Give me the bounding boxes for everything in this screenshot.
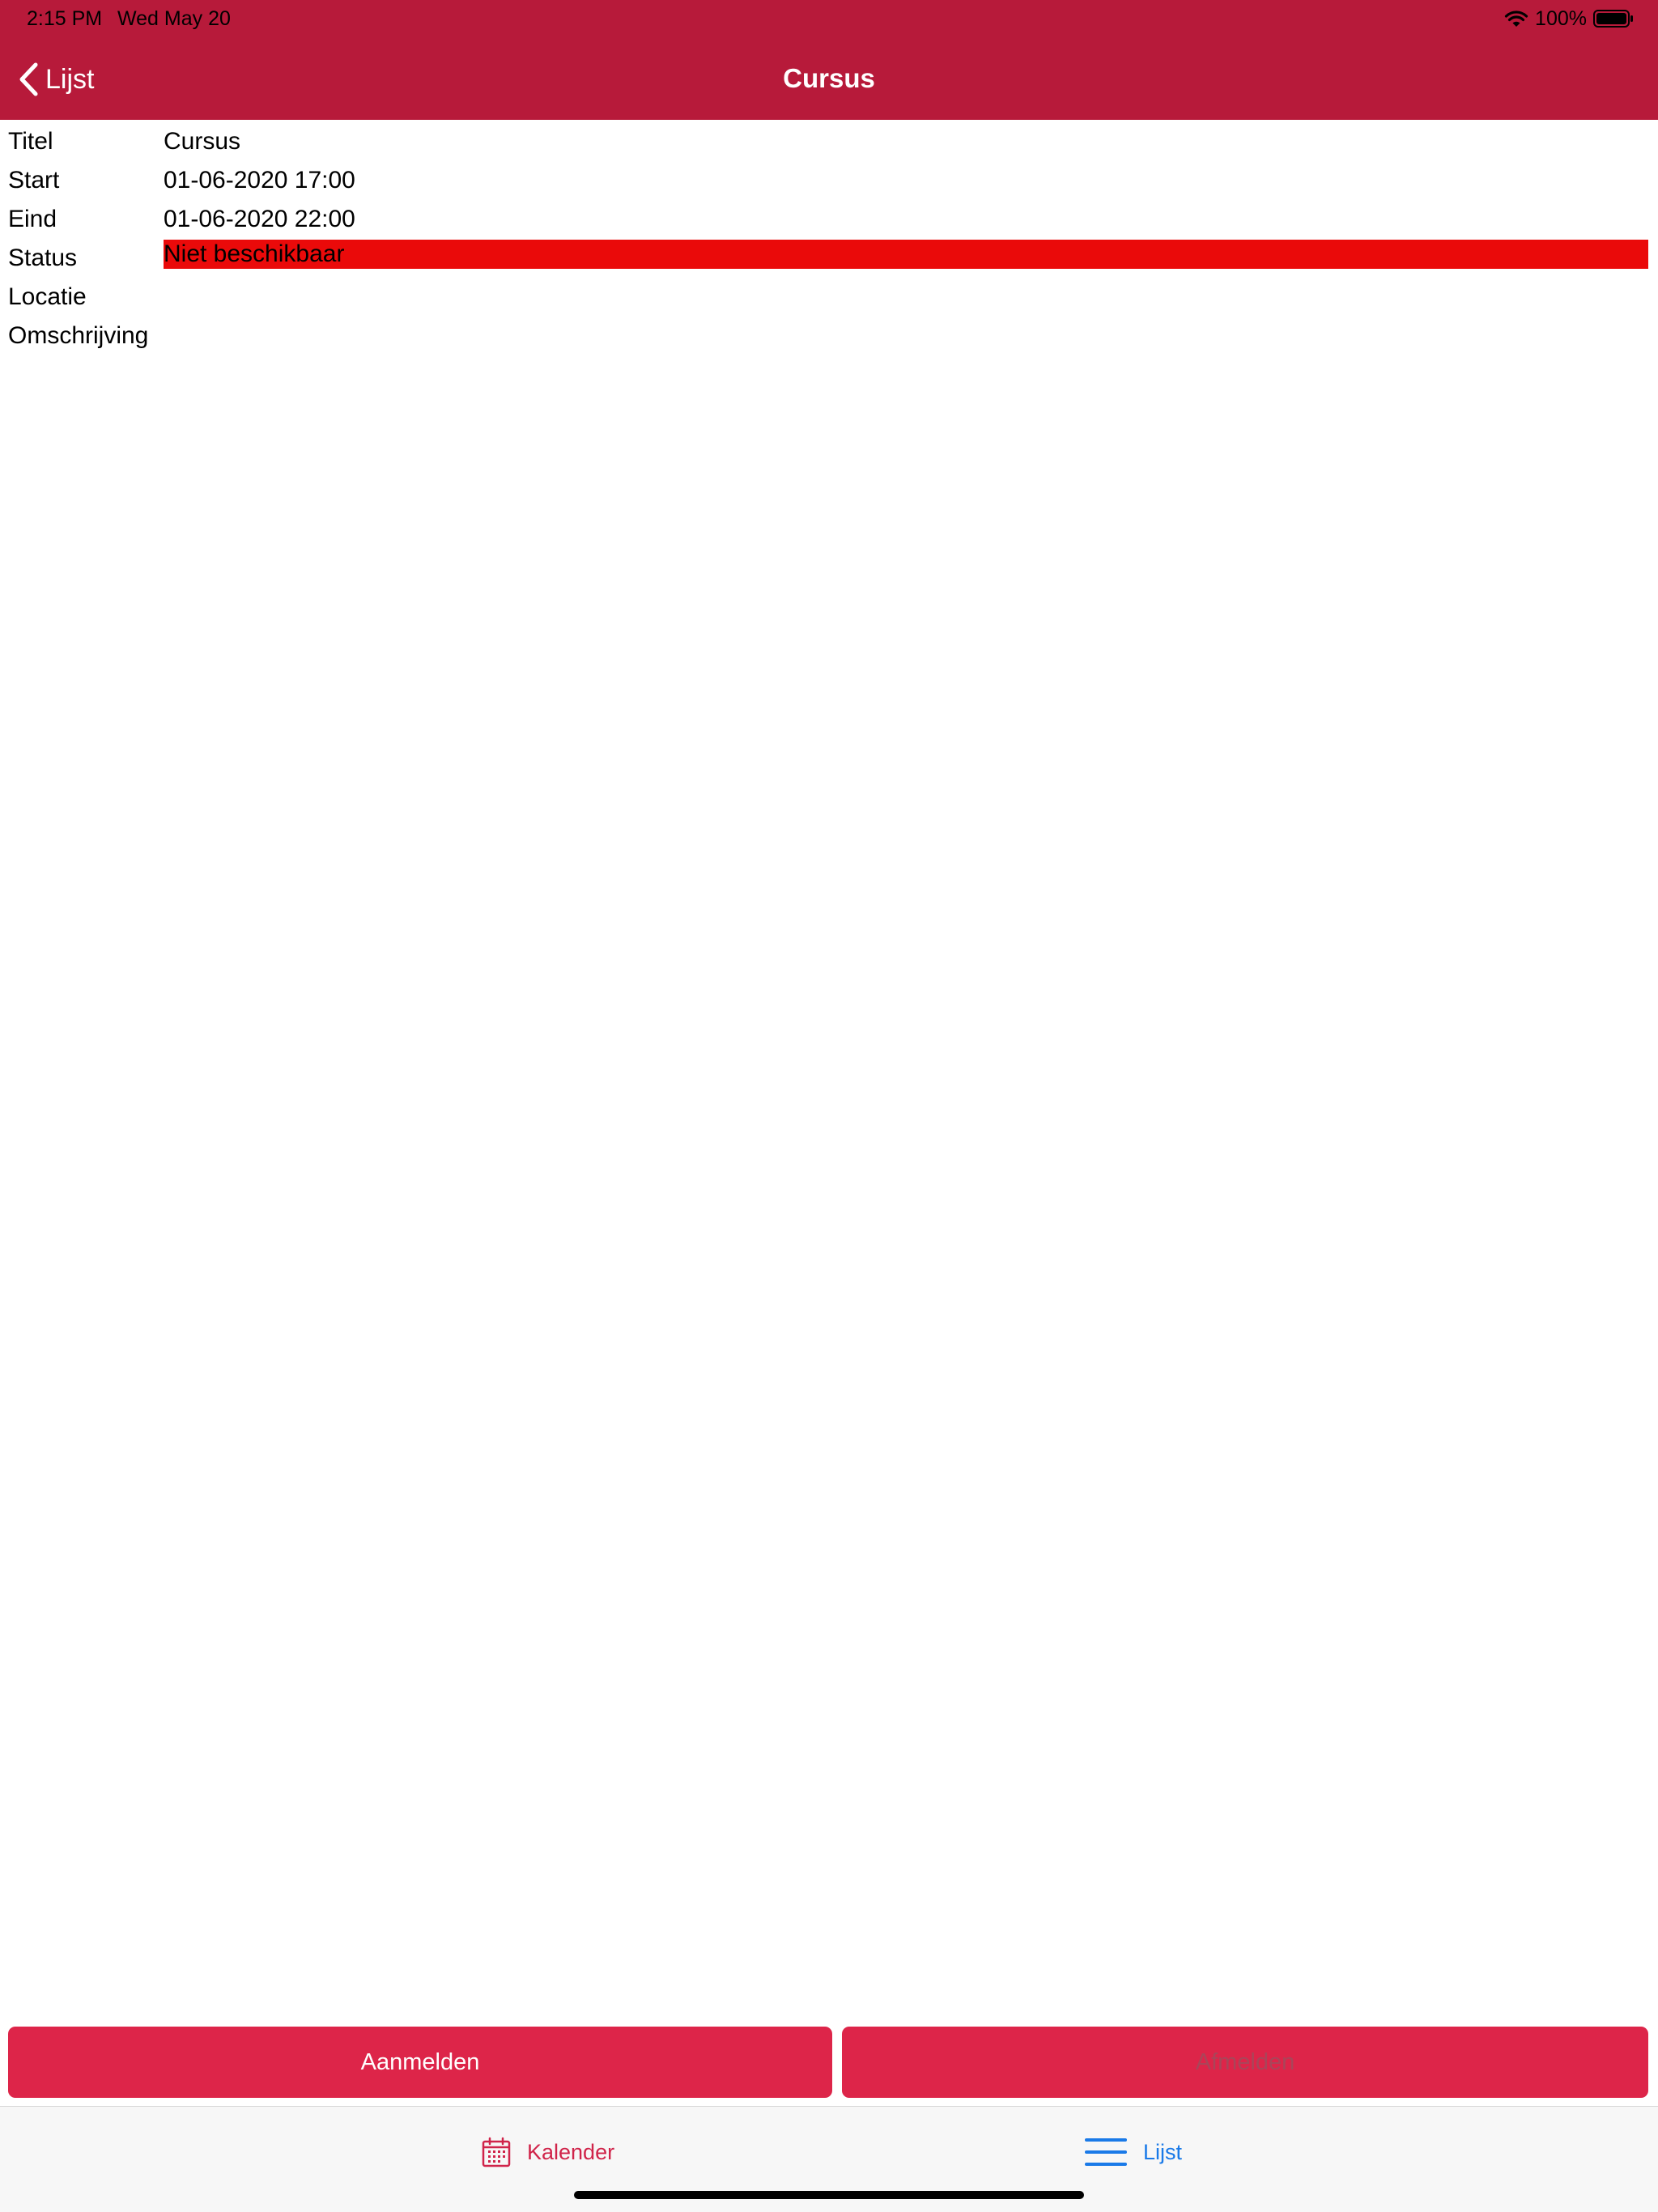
detail-label-start: Start <box>8 167 60 194</box>
status-badge: Niet beschikbaar <box>164 240 1648 269</box>
detail-row-status: Status Niet beschikbaar <box>0 240 1658 279</box>
status-bar: 2:15 PM Wed May 20 100% <box>0 0 1658 37</box>
list-icon <box>1085 2138 1127 2166</box>
calendar-icon <box>482 2137 511 2167</box>
detail-value-start: 01-06-2020 17:00 <box>164 167 355 194</box>
app-root: 2:15 PM Wed May 20 100% Lijst Cursus Tit… <box>0 0 1658 2212</box>
detail-label-omschrijving: Omschrijving <box>8 322 149 349</box>
action-buttons: Aanmelden Afmelden <box>0 2027 1658 2099</box>
tab-lijst[interactable]: Lijst <box>1085 2133 1182 2172</box>
detail-row-omschrijving: Omschrijving <box>0 317 1658 356</box>
tab-kalender[interactable]: Kalender <box>482 2133 614 2172</box>
home-indicator[interactable] <box>574 2191 1084 2199</box>
signoff-button[interactable]: Afmelden <box>842 2027 1648 2098</box>
battery-percentage: 100% <box>1535 6 1587 30</box>
battery-icon <box>1593 10 1633 28</box>
tab-bar: Kalender Lijst <box>0 2106 1658 2212</box>
header: 2:15 PM Wed May 20 100% Lijst Cursus <box>0 0 1658 120</box>
navigation-bar: Lijst Cursus <box>0 40 1658 120</box>
detail-value-eind: 01-06-2020 22:00 <box>164 206 355 232</box>
detail-list: Titel Cursus Start 01-06-2020 17:00 Eind… <box>0 123 1658 356</box>
detail-row-start: Start 01-06-2020 17:00 <box>0 162 1658 201</box>
detail-label-titel: Titel <box>8 128 53 155</box>
page-title: Cursus <box>783 63 875 93</box>
detail-label-eind: Eind <box>8 206 57 232</box>
status-indicators: 100% <box>1504 5 1634 32</box>
detail-label-status: Status <box>8 245 78 271</box>
detail-row-locatie: Locatie <box>0 279 1658 317</box>
status-date: Wed May 20 <box>117 7 231 30</box>
detail-label-locatie: Locatie <box>8 283 87 310</box>
wifi-icon <box>1504 11 1528 27</box>
detail-value-titel: Cursus <box>164 128 241 155</box>
detail-row-titel: Titel Cursus <box>0 123 1658 162</box>
signup-button[interactable]: Aanmelden <box>8 2027 832 2098</box>
tab-label-lijst: Lijst <box>1143 2139 1183 2164</box>
detail-row-eind: Eind 01-06-2020 22:00 <box>0 201 1658 240</box>
tab-label-kalender: Kalender <box>527 2139 615 2164</box>
status-time: 2:15 PM <box>27 7 103 30</box>
